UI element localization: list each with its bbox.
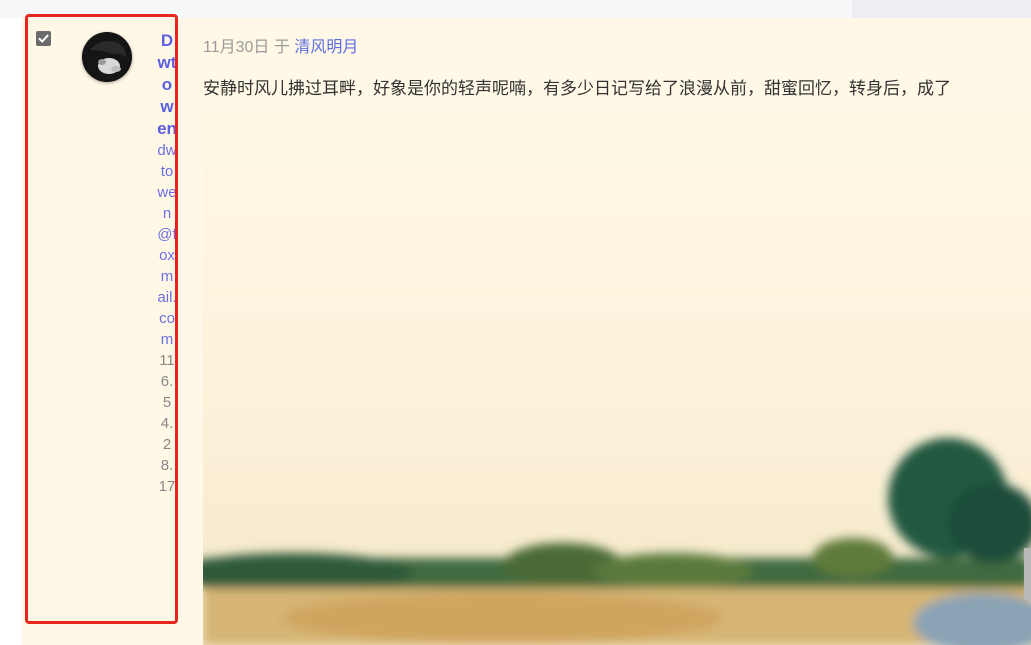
comment-text: 安静时风儿拂过耳畔，好象是你的轻声呢喃，有多少日记写给了浪漫从前，甜蜜回忆，转身… [203, 79, 951, 98]
post-title-link[interactable]: 清风明月 [294, 39, 358, 56]
comment-in-label: 于 [273, 39, 290, 56]
comment-date: 11月30日 [203, 39, 270, 56]
landscape-image [203, 103, 1031, 645]
selection-highlight [25, 14, 178, 624]
scrollbar-thumb[interactable] [1024, 548, 1031, 600]
comment-image [203, 103, 1031, 645]
comment-meta: 11月30日 于 清风明月 [203, 33, 358, 57]
top-strip-right [852, 0, 1031, 18]
